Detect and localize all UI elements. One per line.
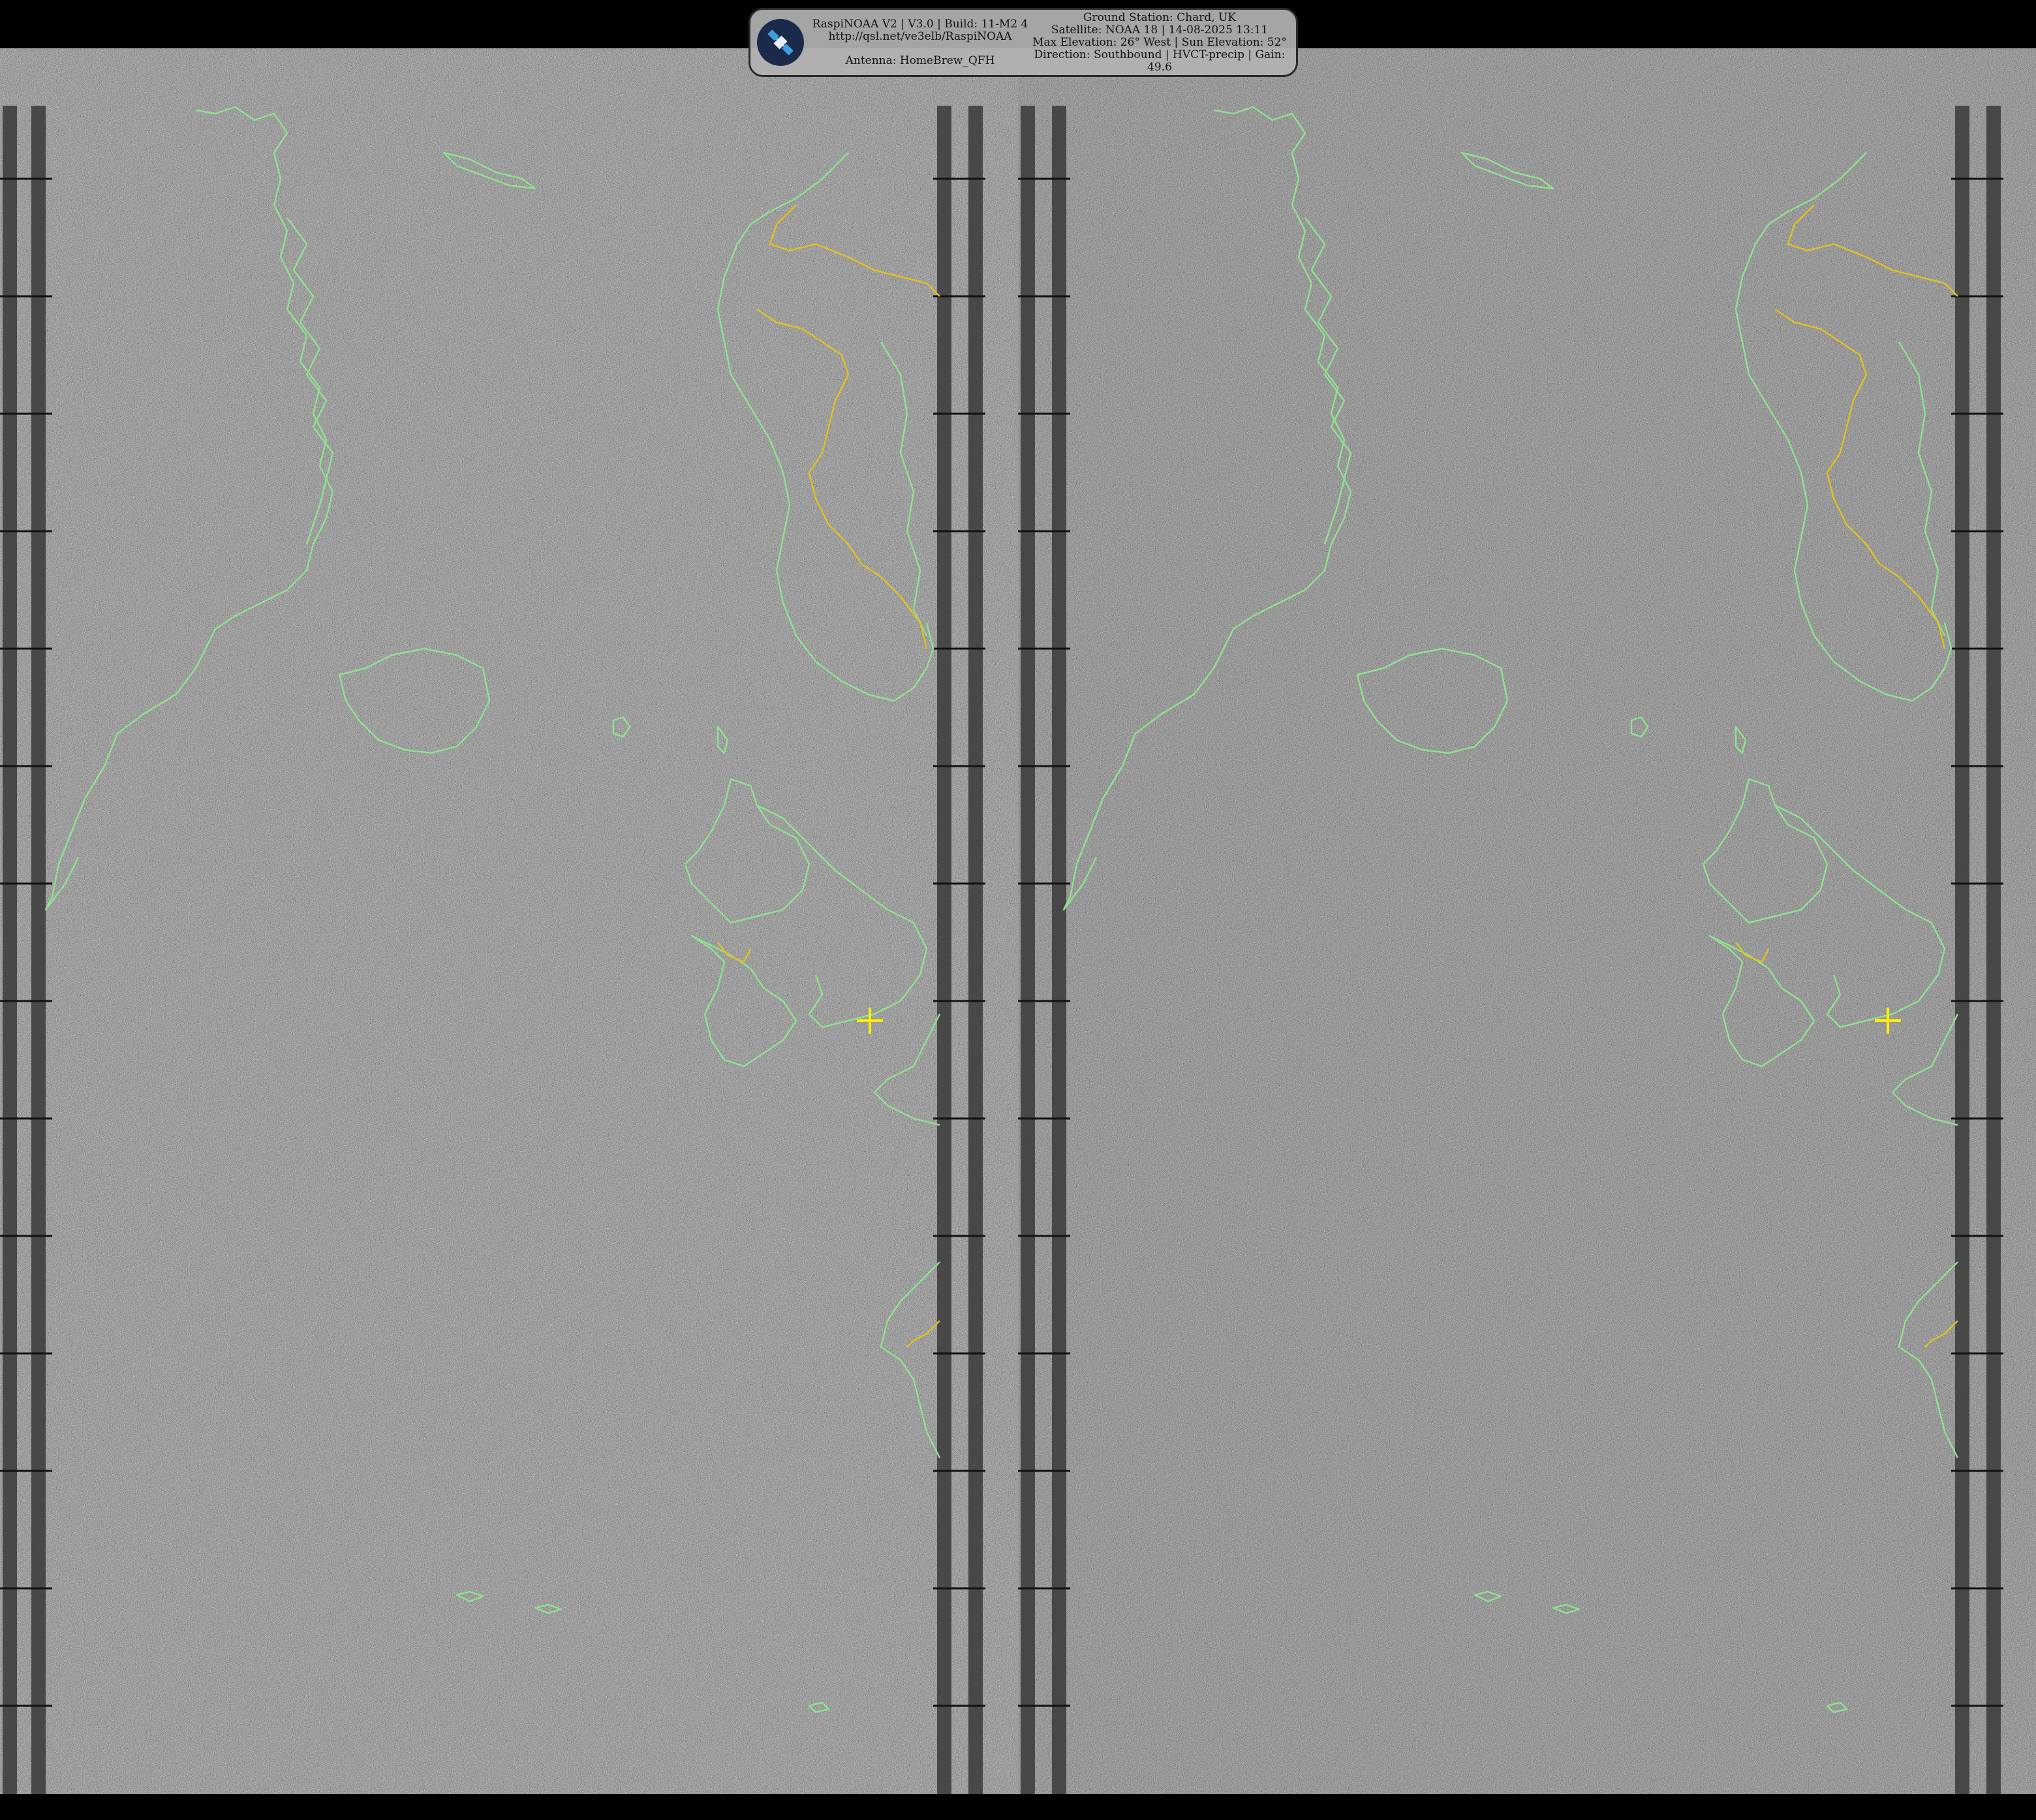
header-right-text: Ground Station: Chard, UK Satellite: NOA… bbox=[1031, 10, 1296, 74]
bottom-bar bbox=[0, 1794, 2036, 1820]
satellite-icon bbox=[757, 19, 804, 66]
sync-strips bbox=[3, 106, 983, 1794]
sync-ticks bbox=[1018, 177, 2003, 1707]
satellite-image bbox=[0, 48, 2036, 1794]
map-overlay bbox=[0, 106, 985, 1794]
direction-info: Direction: Southbound | HVCT-precip | Ga… bbox=[1034, 48, 1286, 61]
project-url: http://qsl.net/ve3elb/RaspiNOAA bbox=[828, 29, 1012, 43]
channel-left-image bbox=[0, 48, 1018, 1794]
sync-strips bbox=[1021, 106, 2001, 1794]
header-left-text: RaspiNOAA V2 | V3.0 | Build: 11-M2 4 htt… bbox=[809, 18, 1031, 67]
coastlines bbox=[44, 106, 941, 1714]
coastlines bbox=[1062, 106, 1959, 1714]
country-borders bbox=[717, 204, 940, 1348]
software-version: RaspiNOAA V2 | V3.0 | Build: 11-M2 4 bbox=[812, 17, 1028, 31]
satellite-info: Satellite: NOAA 18 | 14-08-2025 13:11 bbox=[1051, 23, 1269, 37]
map-overlay bbox=[1018, 106, 2003, 1794]
channel-right-image bbox=[1018, 48, 2036, 1794]
elevation-info: Max Elevation: 26° West | Sun Elevation:… bbox=[1032, 35, 1287, 49]
gain-value: 49.6 bbox=[1147, 60, 1172, 74]
sync-ticks bbox=[0, 177, 985, 1707]
antenna-info: Antenna: HomeBrew_QFH bbox=[845, 54, 995, 67]
ground-station: Ground Station: Chard, UK bbox=[1083, 10, 1237, 24]
info-header: RaspiNOAA V2 | V3.0 | Build: 11-M2 4 htt… bbox=[748, 8, 1298, 77]
country-borders bbox=[1735, 204, 1958, 1348]
